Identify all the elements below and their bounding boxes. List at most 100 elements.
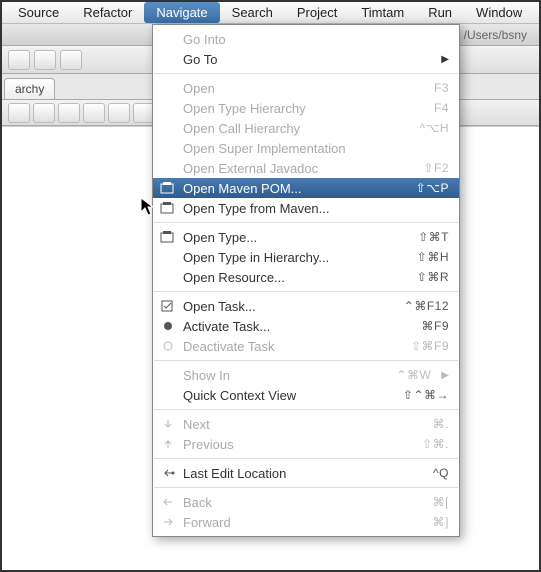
- blank-icon: [159, 249, 177, 265]
- circle-icon: [159, 338, 177, 354]
- menu-window[interactable]: Window: [464, 2, 534, 23]
- submenu-arrow-icon: ▶: [441, 370, 449, 381]
- navigate-menu: Go Into Go To ▶ Open F3 Open Type Hierarchy F4…: [152, 24, 460, 537]
- menu-navigate[interactable]: Navigate: [144, 2, 219, 23]
- menu-item-quick-context-view[interactable]: Quick Context View ⇧⌃⌘→: [153, 385, 459, 405]
- toolbar-button[interactable]: [8, 103, 30, 123]
- task-icon: [159, 298, 177, 314]
- menu-shortcut: ⇧⌥P: [416, 181, 449, 195]
- menu-item-open-type-in-hierarchy[interactable]: Open Type in Hierarchy... ⇧⌘H: [153, 247, 459, 267]
- blank-icon: [159, 100, 177, 116]
- submenu-arrow-icon: ▶: [441, 54, 449, 65]
- menu-shortcut: F4: [434, 101, 449, 115]
- blank-icon: [159, 367, 177, 383]
- down-icon: [159, 416, 177, 432]
- menu-shortcut: ⌘[: [433, 495, 449, 509]
- menu-shortcut: F3: [434, 81, 449, 95]
- menu-shortcut: ⌘.: [433, 417, 449, 431]
- blank-icon: [159, 140, 177, 156]
- type-icon: [159, 229, 177, 245]
- blank-icon: [159, 160, 177, 176]
- menu-item-label: Open Task...: [183, 299, 394, 314]
- menu-shortcut: ⌃⌘F12: [404, 299, 449, 313]
- menu-item-label: Back: [183, 495, 423, 510]
- menu-timtam[interactable]: Timtam: [349, 2, 416, 23]
- menu-shortcut: ⌃⌘W: [396, 368, 431, 382]
- menu-item-label: Previous: [183, 437, 412, 452]
- menu-shortcut: ^Q: [433, 466, 449, 480]
- blank-icon: [159, 387, 177, 403]
- blank-icon: [159, 31, 177, 47]
- menu-item-activate-task[interactable]: Activate Task... ⌘F9: [153, 316, 459, 336]
- menu-item-label: Open Call Hierarchy: [183, 121, 409, 136]
- menu-separator: [154, 73, 458, 74]
- menu-item-open-type-hierarchy: Open Type Hierarchy F4: [153, 98, 459, 118]
- menu-item-label: Deactivate Task: [183, 339, 401, 354]
- menu-source[interactable]: Source: [6, 2, 71, 23]
- menu-item-next: Next ⌘.: [153, 414, 459, 434]
- toolbar-button[interactable]: [34, 50, 56, 70]
- menu-item-label: Go Into: [183, 32, 449, 47]
- blank-icon: [159, 80, 177, 96]
- toolbar-button[interactable]: [83, 103, 105, 123]
- menu-item-label: Open External Javadoc: [183, 161, 413, 176]
- menu-search[interactable]: Search: [220, 2, 285, 23]
- menu-project[interactable]: Project: [285, 2, 349, 23]
- dot-icon: [159, 318, 177, 334]
- menu-shortcut: ⇧⌘F9: [411, 339, 449, 353]
- up-icon: [159, 436, 177, 452]
- menu-item-go-into: Go Into: [153, 29, 459, 49]
- menu-separator: [154, 409, 458, 410]
- lastedit-icon: [159, 465, 177, 481]
- menu-item-open: Open F3: [153, 78, 459, 98]
- toolbar-button[interactable]: [108, 103, 130, 123]
- menu-item-label: Activate Task...: [183, 319, 411, 334]
- menu-item-open-maven-pom[interactable]: Open Maven POM...⇧⌥P: [153, 178, 459, 198]
- menu-item-go-to[interactable]: Go To ▶: [153, 49, 459, 69]
- blank-icon: [159, 269, 177, 285]
- menu-item-label: Last Edit Location: [183, 466, 423, 481]
- menu-item-label: Open Super Implementation: [183, 141, 449, 156]
- menu-item-open-external-javadoc: Open External Javadoc⇧F2: [153, 158, 459, 178]
- menu-separator: [154, 291, 458, 292]
- menu-item-show-in: Show In⌃⌘W▶: [153, 365, 459, 385]
- menu-item-open-resource[interactable]: Open Resource...⇧⌘R: [153, 267, 459, 287]
- toolbar-button[interactable]: [58, 103, 80, 123]
- menu-item-open-type-from-maven[interactable]: Open Type from Maven...: [153, 198, 459, 218]
- back-icon: [159, 494, 177, 510]
- menu-item-label: Open Type from Maven...: [183, 201, 449, 216]
- menubar: Source Refactor Navigate Search Project …: [2, 2, 539, 24]
- toolbar-button[interactable]: [8, 50, 30, 70]
- blank-icon: [159, 120, 177, 136]
- menu-item-label: Open Type in Hierarchy...: [183, 250, 407, 265]
- menu-item-label: Next: [183, 417, 423, 432]
- menu-separator: [154, 487, 458, 488]
- menu-item-label: Open: [183, 81, 424, 96]
- pom-icon: [159, 180, 177, 196]
- menu-separator: [154, 360, 458, 361]
- blank-icon: [159, 51, 177, 67]
- menu-item-back: Back ⌘[: [153, 492, 459, 512]
- menu-run[interactable]: Run: [416, 2, 464, 23]
- toolbar-button[interactable]: [60, 50, 82, 70]
- menu-separator: [154, 222, 458, 223]
- fwd-icon: [159, 514, 177, 530]
- menu-item-label: Open Type Hierarchy: [183, 101, 424, 116]
- menu-item-open-type[interactable]: Open Type... ⇧⌘T: [153, 227, 459, 247]
- menu-item-previous: Previous ⇧⌘.: [153, 434, 459, 454]
- menu-item-label: Forward: [183, 515, 423, 530]
- menu-shortcut: ⇧⌘T: [418, 230, 449, 244]
- toolbar-button[interactable]: [33, 103, 55, 123]
- menu-refactor[interactable]: Refactor: [71, 2, 144, 23]
- menu-item-last-edit-location[interactable]: Last Edit Location ^Q: [153, 463, 459, 483]
- menu-item-label: Go To: [183, 52, 431, 67]
- menu-shortcut: ⇧⌘H: [417, 250, 449, 264]
- menu-item-open-task[interactable]: Open Task... ⌃⌘F12: [153, 296, 459, 316]
- menu-item-label: Quick Context View: [183, 388, 393, 403]
- menu-shortcut: ⇧⌘.: [422, 437, 449, 451]
- tab-hierarchy[interactable]: archy: [4, 78, 55, 99]
- menu-shortcut: ⌘F9: [421, 319, 449, 333]
- menu-item-label: Open Type...: [183, 230, 408, 245]
- menu-item-open-call-hierarchy: Open Call Hierarchy^⌥H: [153, 118, 459, 138]
- menu-shortcut: ⇧⌃⌘→: [403, 388, 449, 402]
